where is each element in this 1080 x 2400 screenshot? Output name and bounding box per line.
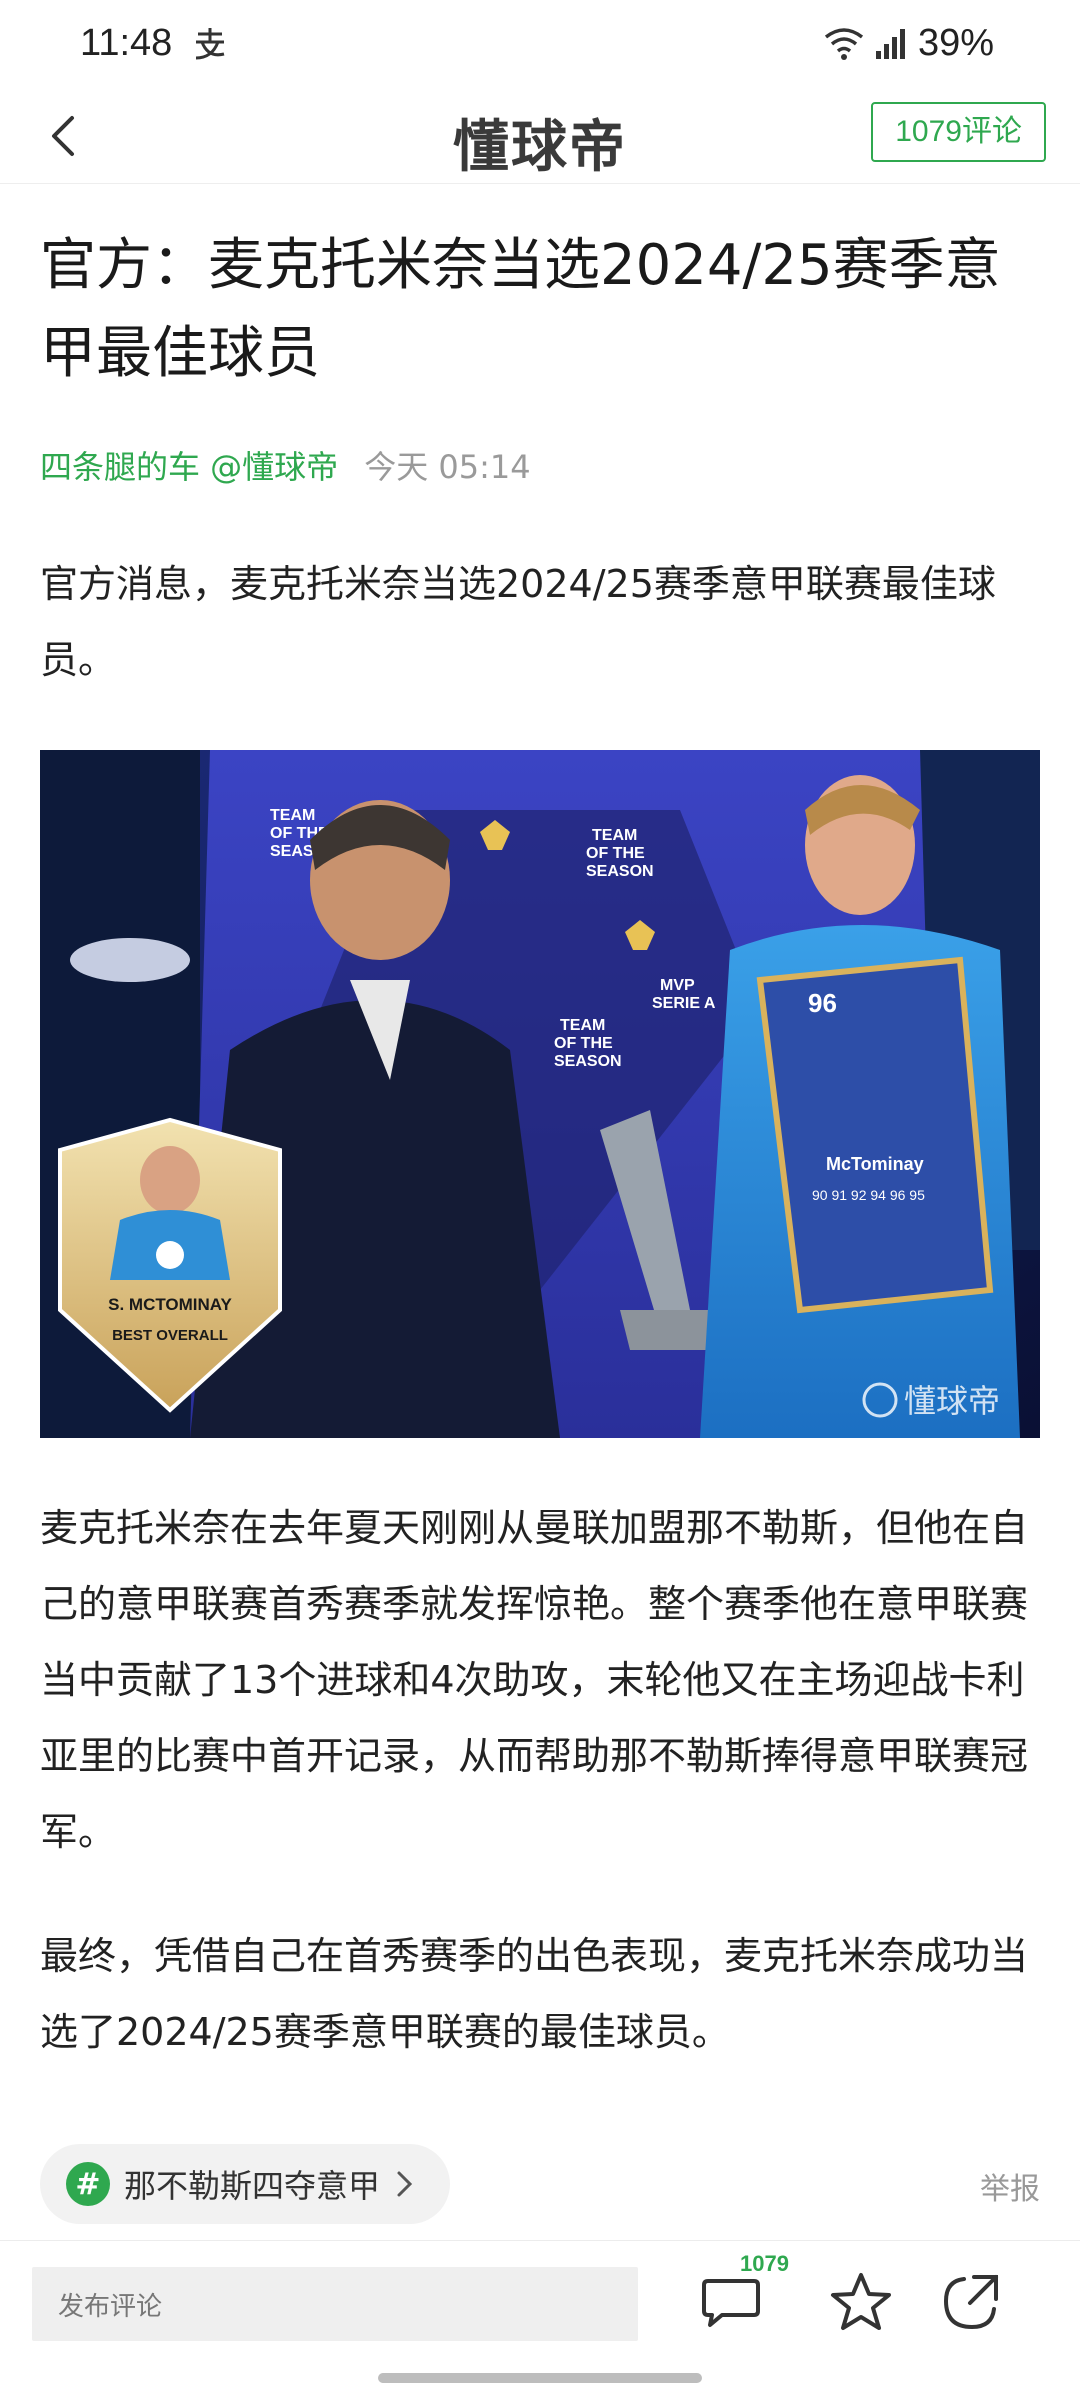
comment-count-badge: 1079 xyxy=(740,2251,789,2276)
author-link[interactable]: 四条腿的车 @懂球帝 xyxy=(40,442,338,488)
signal-icon xyxy=(875,28,905,59)
status-bar: 11:48 39% xyxy=(0,0,1080,88)
battery-level: 39% xyxy=(917,22,994,64)
overlay-card-name: S. MCTOMINAY xyxy=(108,1295,232,1314)
comment-input[interactable]: 发布评论 xyxy=(32,2267,638,2341)
svg-text:OF THE: OF THE xyxy=(586,845,645,862)
comment-count-button[interactable]: 1079评论 xyxy=(871,102,1046,162)
bottom-action-bar: 发布评论 1079 xyxy=(0,2240,1080,2400)
svg-text:SEASON: SEASON xyxy=(554,1053,622,1070)
fut-card-rating: 96 xyxy=(808,988,837,1018)
article-title: 官方：麦克托米奈当选2024/25赛季意甲最佳球员 xyxy=(40,233,1001,386)
status-indicators: 39% xyxy=(824,22,994,65)
svg-text:OF THE: OF THE xyxy=(554,1035,613,1052)
article-meta: 四条腿的车 @懂球帝 今天 05:14 xyxy=(40,442,531,488)
article-photo[interactable]: TEAM OF THE SEASON TEAM OF THE SEASON MV… xyxy=(40,750,1040,1438)
status-time: 11:48 xyxy=(80,22,173,64)
svg-text:TEAM: TEAM xyxy=(270,807,315,824)
award-ceremony-photo: TEAM OF THE SEASON TEAM OF THE SEASON MV… xyxy=(40,750,1040,1438)
article-paragraph: 麦克托米奈在去年夏天刚刚从曼联加盟那不勒斯，但他在自己的意甲联赛首秀赛季就发挥惊… xyxy=(40,1506,1029,1854)
image-watermark: 懂球帝 xyxy=(904,1382,1000,1420)
fut-card-name: McTominay xyxy=(826,1154,924,1174)
home-indicator[interactable] xyxy=(378,2373,702,2383)
topic-label: 那不勒斯四夺意甲 xyxy=(124,2167,381,2205)
svg-text:MVP: MVP xyxy=(660,977,695,994)
article-paragraph: 官方消息，麦克托米奈当选2024/25赛季意甲联赛最佳球员。 xyxy=(40,562,996,682)
topic-tag[interactable]: # 那不勒斯四夺意甲 xyxy=(40,2144,451,2224)
hashtag-icon: # xyxy=(66,2162,110,2206)
publish-time: 今天 05:14 xyxy=(364,448,531,486)
wifi-icon xyxy=(824,27,864,60)
svg-text:SERIE A: SERIE A xyxy=(652,995,716,1012)
alipay-icon xyxy=(195,28,225,60)
star-icon[interactable] xyxy=(824,2265,898,2339)
report-link[interactable]: 举报 xyxy=(980,2164,1040,2208)
nav-bar: 懂球帝 1079评论 xyxy=(0,88,1080,184)
svg-text:SEASON: SEASON xyxy=(586,863,654,880)
svg-text:TEAM: TEAM xyxy=(560,1017,605,1034)
svg-text:TEAM: TEAM xyxy=(592,827,637,844)
overlay-card-caption: BEST OVERALL xyxy=(112,1327,228,1344)
article-paragraph: 最终，凭借自己在首秀赛季的出色表现，麦克托米奈成功当选了2024/25赛季意甲联… xyxy=(40,1934,1029,2054)
share-icon[interactable] xyxy=(934,2265,1008,2339)
fut-card-stats: 90 91 92 94 96 95 xyxy=(812,1187,925,1203)
chevron-right-icon xyxy=(397,2171,413,2197)
